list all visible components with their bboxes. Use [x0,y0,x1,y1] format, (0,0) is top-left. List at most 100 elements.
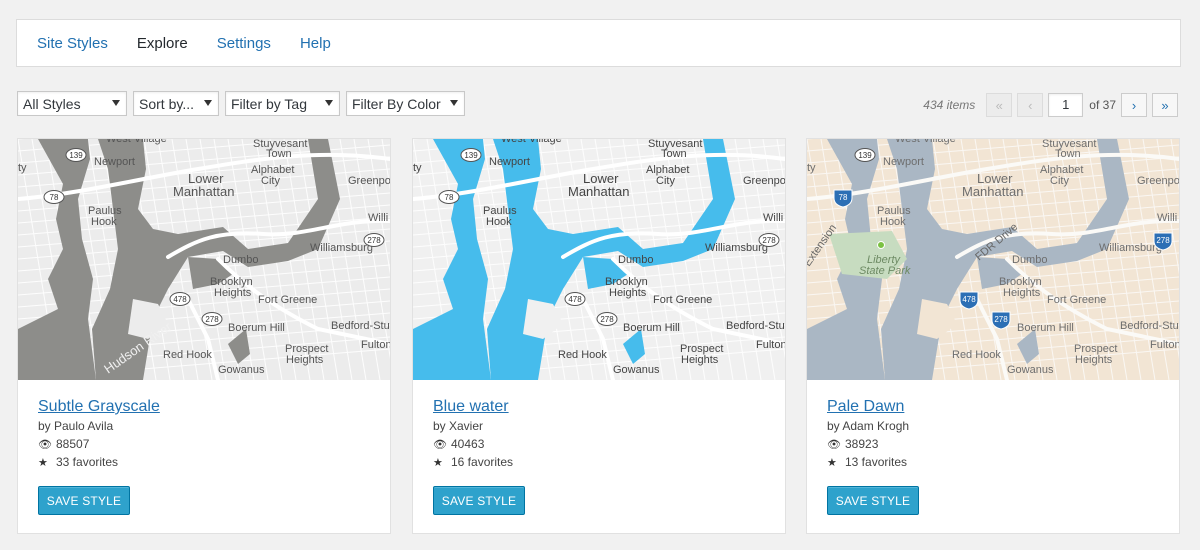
map-label: West Village [501,139,562,145]
current-page-input[interactable]: 1 [1048,93,1084,117]
map-label: Williamsburg [1099,242,1162,254]
map-label: Town [1055,148,1081,160]
map-label: Bedford-Stuy [331,320,390,332]
map-label: Gowanus [613,364,660,376]
map-label: Bedford-Stuy [726,320,785,332]
map-label: Newport [94,156,135,168]
tab-site-styles[interactable]: Site Styles [37,35,108,52]
map-label: Gowanus [218,364,265,376]
highway-shield: 278 [1153,232,1173,251]
color-filter-value: Filter By Color [352,95,441,112]
save-style-button[interactable]: SAVE STYLE [38,486,130,515]
tag-filter-value: Filter by Tag [231,95,307,112]
views-stat: 👁 40463 [433,437,775,451]
map-label: Boerum Hill [623,322,680,334]
map-label: Fulton [361,339,390,351]
star-icon: ★ [433,456,443,469]
style-title-link[interactable]: Subtle Grayscale [38,398,160,416]
svg-text:78: 78 [50,193,59,202]
map-label: Town [661,148,687,160]
map-label: West Village [106,139,167,145]
prev-page-button[interactable]: ‹ [1017,93,1044,117]
views-stat: 👁 88507 [38,437,380,451]
svg-text:278: 278 [762,236,776,245]
save-style-button[interactable]: SAVE STYLE [433,486,525,515]
star-icon: ★ [38,456,48,469]
map-label: Boerum Hill [228,322,285,334]
map-label: City [1050,175,1069,187]
map-label: Greenpoi [743,175,785,187]
highway-shield: 78 [833,189,853,208]
map-label: Willi [763,212,783,224]
map-label: City [261,175,280,187]
map-label: Fort Greene [258,294,317,306]
map-label: Boerum Hill [1017,322,1074,334]
tab-settings[interactable]: Settings [217,35,271,52]
highway-shield: 139 [854,148,876,162]
styles-select-value: All Styles [23,95,81,112]
map-label: Fulton [756,339,785,351]
svg-text:278: 278 [205,315,219,324]
map-label: Heights [681,354,719,366]
map-preview-image[interactable]: West Village Stuyvesant Town Newport Lower Ma… [413,139,785,380]
highway-shield: 278 [991,311,1011,330]
first-page-button[interactable]: « [986,93,1013,117]
map-preview-image[interactable]: West Village Stuyvesant Town Newport Lower Ma… [807,139,1179,380]
map-label: Town [266,148,292,160]
svg-text:78: 78 [839,193,848,202]
map-label: Red Hook [952,349,1001,361]
sort-select[interactable]: Sort by... [133,91,219,116]
highway-shield: 278 [363,233,385,247]
color-filter-select[interactable]: Filter By Color [346,91,465,116]
map-label: Greenpoi [348,175,390,187]
svg-text:278: 278 [994,315,1008,324]
map-label: Newport [883,156,924,168]
map-preview-image[interactable]: West Village Stuyvesant Town Newport Lower Ma… [18,139,390,380]
map-label: Dumbo [223,254,258,266]
chevron-down-icon [204,100,212,106]
eye-icon: 👁 [38,438,52,451]
map-label: Willi [368,212,388,224]
map-label: Williamsburg [705,242,768,254]
highway-shield: 78 [438,190,460,204]
svg-text:278: 278 [1156,236,1170,245]
map-label: Heights [1075,354,1113,366]
map-label: Gowanus [1007,364,1054,376]
style-title-link[interactable]: Blue water [433,398,509,416]
map-label: Heights [609,287,647,299]
highway-shield: 139 [65,148,87,162]
tab-help[interactable]: Help [300,35,331,52]
map-label: Hook [486,216,512,228]
item-count: 434 items [923,98,976,112]
favorites-stat: ★ 13 favorites [827,455,1169,469]
views-count: 40463 [451,437,485,451]
map-label: Bedford-Stuy [1120,320,1179,332]
next-page-button[interactable]: › [1121,93,1147,117]
map-label: Newport [489,156,530,168]
map-label: Fort Greene [1047,294,1106,306]
tag-filter-select[interactable]: Filter by Tag [225,91,340,116]
highway-shield: 139 [460,148,482,162]
map-label: Red Hook [163,349,212,361]
map-label: Willi [1157,212,1177,224]
svg-text:278: 278 [600,315,614,324]
map-label: Dumbo [618,254,653,266]
style-title-link[interactable]: Pale Dawn [827,398,904,416]
svg-text:278: 278 [367,236,381,245]
favorites-count: 33 favorites [56,455,119,469]
svg-text:139: 139 [858,151,872,160]
highway-shield: 278 [596,312,618,326]
save-style-button[interactable]: SAVE STYLE [827,486,919,515]
map-label: Hook [91,216,117,228]
map-label: ty [807,162,816,174]
styles-select[interactable]: All Styles [17,91,127,116]
map-label: State Park [859,265,911,277]
map-label: Fort Greene [653,294,712,306]
highway-shield: 278 [201,312,223,326]
map-label: Manhattan [568,184,629,199]
map-label: Heights [1003,287,1041,299]
tab-explore[interactable]: Explore [137,35,188,52]
last-page-button[interactable]: » [1152,93,1178,117]
eye-icon: 👁 [433,438,447,451]
chevron-down-icon [325,100,333,106]
